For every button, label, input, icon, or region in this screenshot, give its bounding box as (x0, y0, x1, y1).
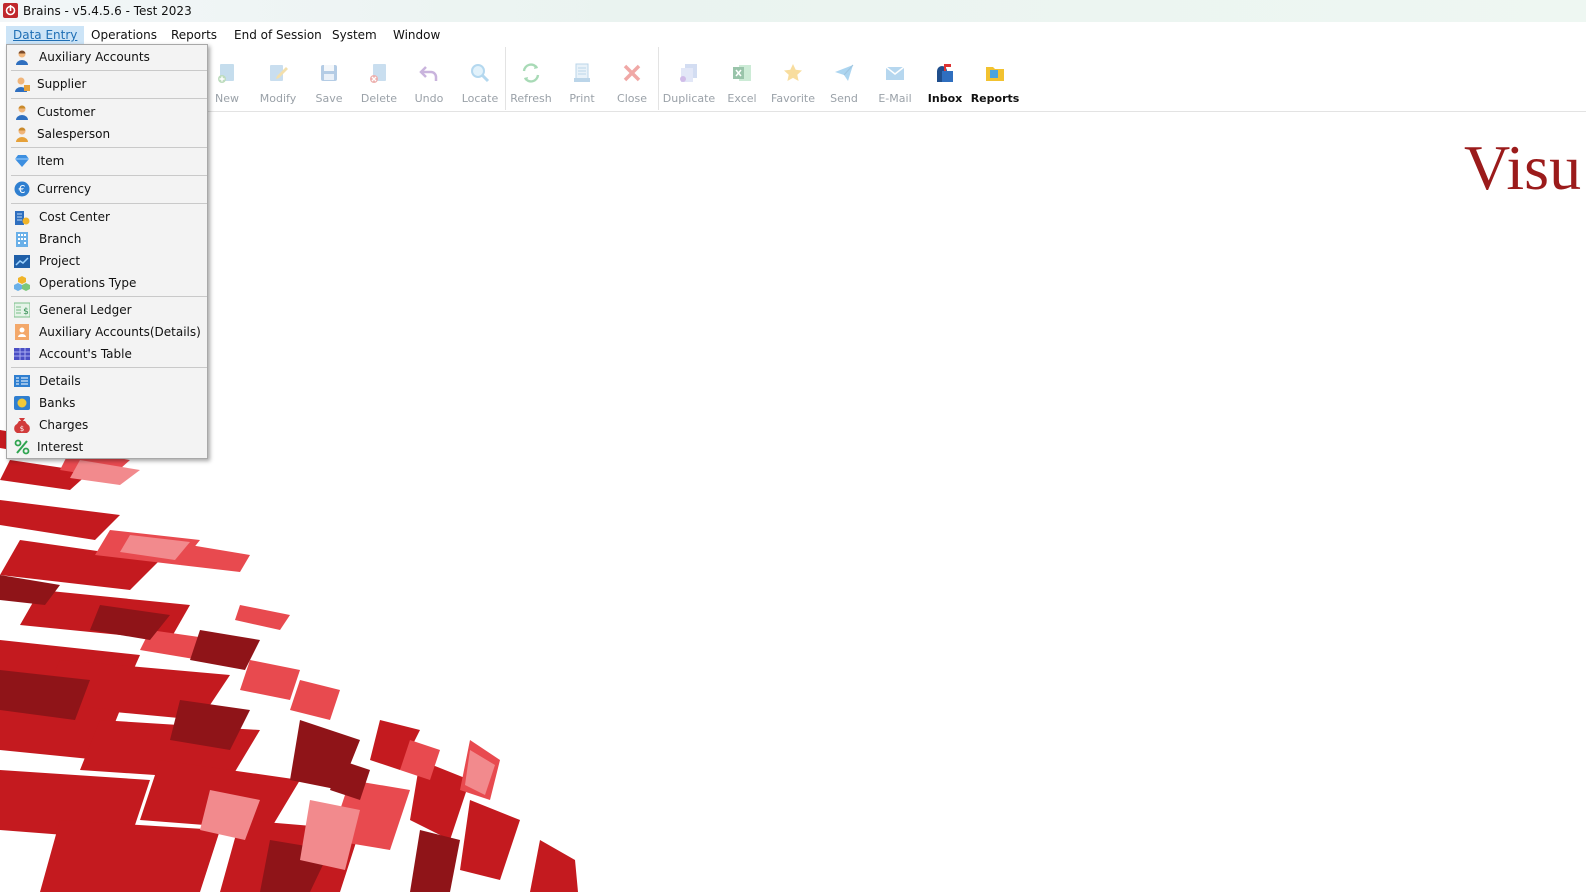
save-button[interactable]: Save (304, 47, 354, 111)
menu-item-charges[interactable]: $ Charges (7, 414, 207, 436)
person-icon (16, 50, 28, 65)
title-bar: Brains - v5.4.5.6 - Test 2023 (0, 0, 1586, 22)
data-entry-dropdown-menu: Auxiliary Accounts Supplier Customer Sal… (6, 44, 208, 459)
menu-item-interest[interactable]: Interest (7, 436, 207, 458)
toolbar: New Modify Save Delete Undo Locate Refre… (205, 47, 1586, 112)
menu-separator (11, 98, 207, 99)
undo-button[interactable]: Undo (404, 47, 454, 111)
new-icon (218, 64, 234, 83)
menu-separator (11, 147, 207, 148)
menu-item-supplier[interactable]: Supplier (7, 73, 207, 95)
table-icon (14, 348, 30, 360)
favorite-button[interactable]: Favorite (768, 47, 818, 111)
gem-icon (15, 155, 29, 167)
menu-bar: Data Entry Operations Reports End of Ses… (0, 23, 1586, 47)
menu-item-details[interactable]: Details (7, 370, 207, 392)
salesperson-icon (16, 127, 28, 142)
building-icon (16, 232, 28, 247)
cost-center-icon (15, 211, 30, 225)
menu-item-customer[interactable]: Customer (7, 101, 207, 123)
inbox-button[interactable]: Inbox (920, 47, 970, 111)
window-title: Brains - v5.4.5.6 - Test 2023 (23, 4, 192, 18)
bank-icon (14, 396, 30, 410)
cubes-icon (14, 276, 30, 291)
send-button[interactable]: Send (819, 47, 869, 111)
chart-icon (14, 255, 30, 268)
menu-item-operations-type[interactable]: Operations Type (7, 272, 207, 294)
menu-separator (11, 175, 207, 176)
modify-button[interactable]: Modify (253, 47, 303, 111)
email-button[interactable]: E-Mail (870, 47, 920, 111)
money-bag-icon: $ (14, 418, 30, 433)
svg-text:$: $ (23, 307, 29, 317)
favorite-icon (784, 64, 802, 81)
menu-end-of-session[interactable]: End of Session (227, 26, 329, 45)
print-button[interactable]: Print (557, 47, 607, 111)
locate-button[interactable]: Locate (455, 47, 505, 111)
person-card-icon (15, 324, 29, 340)
new-button[interactable]: New (202, 47, 252, 111)
ledger-icon: $ (14, 302, 30, 318)
menu-item-cost-center[interactable]: Cost Center (7, 206, 207, 228)
modify-icon (270, 65, 288, 81)
refresh-icon (522, 63, 540, 83)
menu-operations[interactable]: Operations (84, 26, 164, 45)
menu-item-item[interactable]: Item (7, 150, 207, 172)
background-artwork (0, 430, 578, 892)
send-icon (835, 64, 854, 81)
menu-reports[interactable]: Reports (164, 26, 224, 45)
duplicate-button[interactable]: Duplicate (663, 47, 715, 111)
save-icon (321, 65, 337, 81)
background-logo-text: Visu (1464, 132, 1582, 203)
app-logo-icon (3, 3, 18, 18)
menu-item-auxiliary-accounts-details[interactable]: Auxiliary Accounts(Details) (7, 321, 207, 343)
menu-item-auxiliary-accounts[interactable]: Auxiliary Accounts (7, 46, 207, 68)
reports-button[interactable]: Reports (970, 47, 1020, 111)
menu-item-banks[interactable]: Banks (7, 392, 207, 414)
svg-text:$: $ (20, 425, 24, 433)
euro-icon: € (14, 181, 30, 197)
undo-icon (419, 66, 438, 81)
menu-data-entry[interactable]: Data Entry (6, 26, 85, 45)
menu-separator (11, 296, 207, 297)
menu-item-branch[interactable]: Branch (7, 228, 207, 250)
locate-icon (471, 64, 490, 83)
refresh-button[interactable]: Refresh (506, 47, 556, 111)
inbox-icon (937, 64, 953, 82)
close-icon (623, 64, 641, 82)
menu-item-project[interactable]: Project (7, 250, 207, 272)
reports-icon (986, 67, 1004, 81)
email-icon (885, 66, 905, 80)
excel-button[interactable]: Excel (717, 47, 767, 111)
duplicate-icon (680, 64, 697, 82)
percent-icon (14, 439, 30, 455)
menu-separator (11, 367, 207, 368)
menu-system[interactable]: System (325, 26, 384, 45)
delete-icon (370, 64, 386, 83)
menu-separator (11, 203, 207, 204)
close-button[interactable]: Close (607, 47, 657, 111)
details-icon (14, 375, 30, 387)
menu-window[interactable]: Window (386, 26, 447, 45)
svg-text:€: € (19, 183, 26, 196)
menu-item-currency[interactable]: € Currency (7, 178, 207, 200)
excel-icon (733, 65, 751, 81)
delete-button[interactable]: Delete (354, 47, 404, 111)
menu-item-salesperson[interactable]: Salesperson (7, 123, 207, 145)
supplier-icon (15, 77, 30, 92)
print-icon (574, 63, 590, 82)
menu-separator (11, 70, 207, 71)
menu-item-general-ledger[interactable]: $ General Ledger (7, 299, 207, 321)
customer-icon (16, 105, 28, 120)
menu-item-accounts-table[interactable]: Account's Table (7, 343, 207, 365)
